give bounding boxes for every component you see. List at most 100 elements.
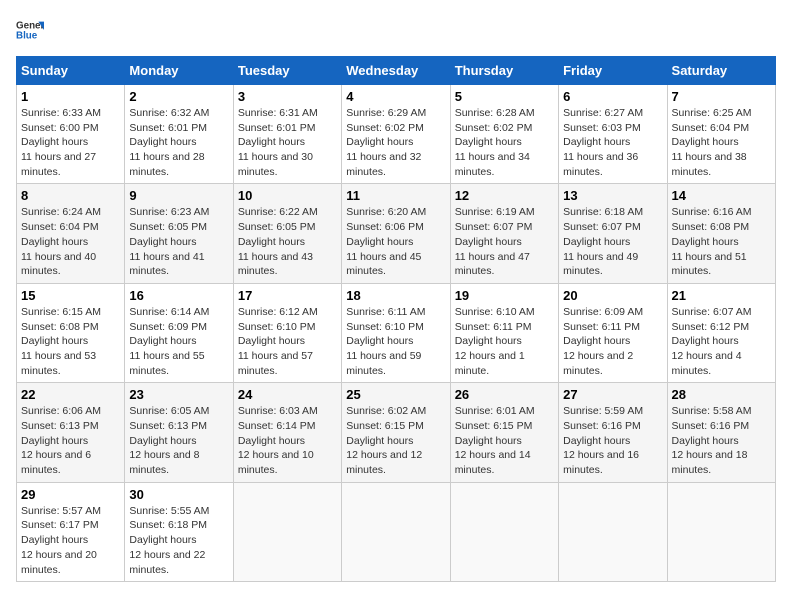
- day-number: 12: [455, 188, 554, 203]
- weekday-header-monday: Monday: [125, 57, 233, 85]
- day-number: 7: [672, 89, 771, 104]
- calendar-cell: 16 Sunrise: 6:14 AM Sunset: 6:09 PM Dayl…: [125, 283, 233, 382]
- calendar-cell: 6 Sunrise: 6:27 AM Sunset: 6:03 PM Dayli…: [559, 85, 667, 184]
- day-detail: Sunrise: 6:05 AM Sunset: 6:13 PM Dayligh…: [129, 404, 228, 477]
- day-detail: Sunrise: 6:06 AM Sunset: 6:13 PM Dayligh…: [21, 404, 120, 477]
- day-detail: Sunrise: 6:32 AM Sunset: 6:01 PM Dayligh…: [129, 106, 228, 179]
- weekday-header-tuesday: Tuesday: [233, 57, 341, 85]
- day-detail: Sunrise: 6:31 AM Sunset: 6:01 PM Dayligh…: [238, 106, 337, 179]
- calendar-cell: 14 Sunrise: 6:16 AM Sunset: 6:08 PM Dayl…: [667, 184, 775, 283]
- day-number: 14: [672, 188, 771, 203]
- calendar-cell: [667, 482, 775, 581]
- day-number: 1: [21, 89, 120, 104]
- calendar-cell: 23 Sunrise: 6:05 AM Sunset: 6:13 PM Dayl…: [125, 383, 233, 482]
- calendar-week-1: 1 Sunrise: 6:33 AM Sunset: 6:00 PM Dayli…: [17, 85, 776, 184]
- day-number: 27: [563, 387, 662, 402]
- day-number: 20: [563, 288, 662, 303]
- day-number: 13: [563, 188, 662, 203]
- day-detail: Sunrise: 6:28 AM Sunset: 6:02 PM Dayligh…: [455, 106, 554, 179]
- day-number: 16: [129, 288, 228, 303]
- calendar-cell: 11 Sunrise: 6:20 AM Sunset: 6:06 PM Dayl…: [342, 184, 450, 283]
- calendar-cell: [559, 482, 667, 581]
- day-number: 11: [346, 188, 445, 203]
- day-detail: Sunrise: 6:03 AM Sunset: 6:14 PM Dayligh…: [238, 404, 337, 477]
- calendar-table: SundayMondayTuesdayWednesdayThursdayFrid…: [16, 56, 776, 582]
- calendar-cell: 9 Sunrise: 6:23 AM Sunset: 6:05 PM Dayli…: [125, 184, 233, 283]
- day-number: 4: [346, 89, 445, 104]
- day-number: 9: [129, 188, 228, 203]
- day-detail: Sunrise: 6:29 AM Sunset: 6:02 PM Dayligh…: [346, 106, 445, 179]
- day-number: 8: [21, 188, 120, 203]
- day-detail: Sunrise: 6:16 AM Sunset: 6:08 PM Dayligh…: [672, 205, 771, 278]
- day-number: 5: [455, 89, 554, 104]
- calendar-cell: [233, 482, 341, 581]
- weekday-header-wednesday: Wednesday: [342, 57, 450, 85]
- calendar-week-4: 22 Sunrise: 6:06 AM Sunset: 6:13 PM Dayl…: [17, 383, 776, 482]
- calendar-cell: 7 Sunrise: 6:25 AM Sunset: 6:04 PM Dayli…: [667, 85, 775, 184]
- calendar-cell: 3 Sunrise: 6:31 AM Sunset: 6:01 PM Dayli…: [233, 85, 341, 184]
- calendar-cell: [342, 482, 450, 581]
- day-number: 19: [455, 288, 554, 303]
- day-detail: Sunrise: 5:59 AM Sunset: 6:16 PM Dayligh…: [563, 404, 662, 477]
- day-number: 3: [238, 89, 337, 104]
- calendar-cell: [450, 482, 558, 581]
- day-number: 21: [672, 288, 771, 303]
- calendar-cell: 24 Sunrise: 6:03 AM Sunset: 6:14 PM Dayl…: [233, 383, 341, 482]
- day-number: 22: [21, 387, 120, 402]
- day-detail: Sunrise: 6:25 AM Sunset: 6:04 PM Dayligh…: [672, 106, 771, 179]
- day-number: 30: [129, 487, 228, 502]
- calendar-cell: 28 Sunrise: 5:58 AM Sunset: 6:16 PM Dayl…: [667, 383, 775, 482]
- day-detail: Sunrise: 6:15 AM Sunset: 6:08 PM Dayligh…: [21, 305, 120, 378]
- svg-text:Blue: Blue: [16, 30, 38, 41]
- calendar-cell: 10 Sunrise: 6:22 AM Sunset: 6:05 PM Dayl…: [233, 184, 341, 283]
- calendar-cell: 22 Sunrise: 6:06 AM Sunset: 6:13 PM Dayl…: [17, 383, 125, 482]
- day-number: 28: [672, 387, 771, 402]
- logo-icon: General Blue: [16, 16, 44, 44]
- calendar-week-3: 15 Sunrise: 6:15 AM Sunset: 6:08 PM Dayl…: [17, 283, 776, 382]
- day-number: 18: [346, 288, 445, 303]
- day-number: 25: [346, 387, 445, 402]
- day-detail: Sunrise: 6:14 AM Sunset: 6:09 PM Dayligh…: [129, 305, 228, 378]
- calendar-cell: 30 Sunrise: 5:55 AM Sunset: 6:18 PM Dayl…: [125, 482, 233, 581]
- day-detail: Sunrise: 6:02 AM Sunset: 6:15 PM Dayligh…: [346, 404, 445, 477]
- day-detail: Sunrise: 6:23 AM Sunset: 6:05 PM Dayligh…: [129, 205, 228, 278]
- day-number: 24: [238, 387, 337, 402]
- calendar-cell: 17 Sunrise: 6:12 AM Sunset: 6:10 PM Dayl…: [233, 283, 341, 382]
- weekday-header-thursday: Thursday: [450, 57, 558, 85]
- day-number: 29: [21, 487, 120, 502]
- calendar-cell: 8 Sunrise: 6:24 AM Sunset: 6:04 PM Dayli…: [17, 184, 125, 283]
- day-number: 23: [129, 387, 228, 402]
- day-number: 2: [129, 89, 228, 104]
- calendar-cell: 13 Sunrise: 6:18 AM Sunset: 6:07 PM Dayl…: [559, 184, 667, 283]
- header: General Blue: [16, 16, 776, 44]
- day-number: 17: [238, 288, 337, 303]
- calendar-cell: 18 Sunrise: 6:11 AM Sunset: 6:10 PM Dayl…: [342, 283, 450, 382]
- calendar-header: SundayMondayTuesdayWednesdayThursdayFrid…: [17, 57, 776, 85]
- day-detail: Sunrise: 6:10 AM Sunset: 6:11 PM Dayligh…: [455, 305, 554, 378]
- calendar-cell: 15 Sunrise: 6:15 AM Sunset: 6:08 PM Dayl…: [17, 283, 125, 382]
- calendar-week-2: 8 Sunrise: 6:24 AM Sunset: 6:04 PM Dayli…: [17, 184, 776, 283]
- day-detail: Sunrise: 6:11 AM Sunset: 6:10 PM Dayligh…: [346, 305, 445, 378]
- calendar-cell: 20 Sunrise: 6:09 AM Sunset: 6:11 PM Dayl…: [559, 283, 667, 382]
- day-number: 6: [563, 89, 662, 104]
- logo: General Blue: [16, 16, 48, 44]
- day-detail: Sunrise: 6:24 AM Sunset: 6:04 PM Dayligh…: [21, 205, 120, 278]
- calendar-cell: 2 Sunrise: 6:32 AM Sunset: 6:01 PM Dayli…: [125, 85, 233, 184]
- calendar-cell: 29 Sunrise: 5:57 AM Sunset: 6:17 PM Dayl…: [17, 482, 125, 581]
- day-detail: Sunrise: 6:18 AM Sunset: 6:07 PM Dayligh…: [563, 205, 662, 278]
- weekday-header-sunday: Sunday: [17, 57, 125, 85]
- day-number: 15: [21, 288, 120, 303]
- calendar-cell: 12 Sunrise: 6:19 AM Sunset: 6:07 PM Dayl…: [450, 184, 558, 283]
- day-number: 26: [455, 387, 554, 402]
- calendar-cell: 5 Sunrise: 6:28 AM Sunset: 6:02 PM Dayli…: [450, 85, 558, 184]
- day-detail: Sunrise: 6:01 AM Sunset: 6:15 PM Dayligh…: [455, 404, 554, 477]
- calendar-cell: 1 Sunrise: 6:33 AM Sunset: 6:00 PM Dayli…: [17, 85, 125, 184]
- calendar-week-5: 29 Sunrise: 5:57 AM Sunset: 6:17 PM Dayl…: [17, 482, 776, 581]
- day-number: 10: [238, 188, 337, 203]
- calendar-cell: 27 Sunrise: 5:59 AM Sunset: 6:16 PM Dayl…: [559, 383, 667, 482]
- day-detail: Sunrise: 5:57 AM Sunset: 6:17 PM Dayligh…: [21, 504, 120, 577]
- day-detail: Sunrise: 6:09 AM Sunset: 6:11 PM Dayligh…: [563, 305, 662, 378]
- calendar-cell: 21 Sunrise: 6:07 AM Sunset: 6:12 PM Dayl…: [667, 283, 775, 382]
- day-detail: Sunrise: 5:58 AM Sunset: 6:16 PM Dayligh…: [672, 404, 771, 477]
- day-detail: Sunrise: 6:33 AM Sunset: 6:00 PM Dayligh…: [21, 106, 120, 179]
